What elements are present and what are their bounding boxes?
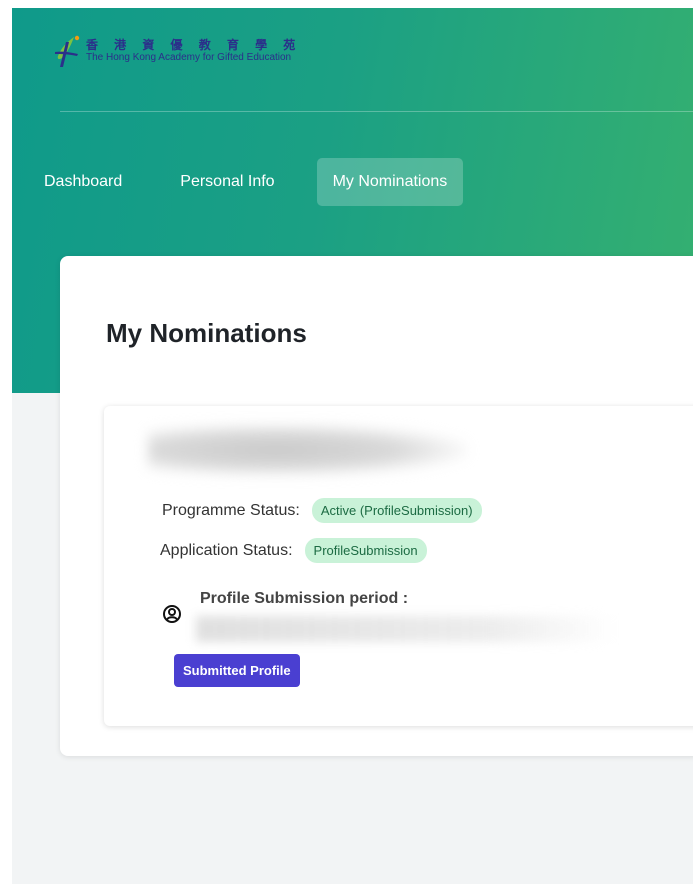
app-screen: 香 港 資 優 教 育 學 苑 The Hong Kong Academy fo…	[12, 8, 693, 884]
redacted-programme-name	[148, 424, 468, 476]
redacted-submission-period	[196, 616, 616, 642]
submission-period-label: Profile Submission period :	[200, 590, 409, 607]
submitted-profile-button[interactable]: Submitted Profile	[174, 654, 300, 687]
application-status-row: Application Status: ProfileSubmission	[160, 538, 427, 563]
nav-item-dashboard[interactable]: Dashboard	[28, 158, 138, 206]
logo-chinese-text: 香 港 資 優 教 育 學 苑	[86, 38, 302, 52]
programme-status-badge: Active (ProfileSubmission)	[311, 498, 482, 523]
user-circle-icon	[163, 605, 181, 623]
main-nav: Dashboard Personal Info My Nominations	[44, 158, 464, 206]
programme-status-row: Programme Status: Active (ProfileSubmiss…	[162, 498, 482, 523]
logo-text: 香 港 資 優 教 育 學 苑 The Hong Kong Academy fo…	[86, 39, 301, 63]
programme-status-label: Programme Status:	[162, 501, 300, 519]
page-title: My Nominations	[106, 318, 307, 348]
content-panel: My Nominations Programme Status: Active …	[60, 256, 693, 756]
application-status-badge: ProfileSubmission	[304, 538, 427, 563]
logo-english-text: The Hong Kong Academy for Gifted Educati…	[86, 52, 292, 63]
academy-logo[interactable]: 香 港 資 優 教 育 學 苑 The Hong Kong Academy fo…	[52, 34, 301, 68]
header-divider	[60, 111, 693, 112]
application-status-label: Application Status:	[160, 541, 293, 559]
nav-item-my-nominations[interactable]: My Nominations	[316, 158, 464, 206]
nomination-card: Programme Status: Active (ProfileSubmiss…	[104, 406, 693, 726]
academy-logo-icon	[55, 35, 80, 67]
nav-item-personal-info[interactable]: Personal Info	[164, 158, 290, 206]
